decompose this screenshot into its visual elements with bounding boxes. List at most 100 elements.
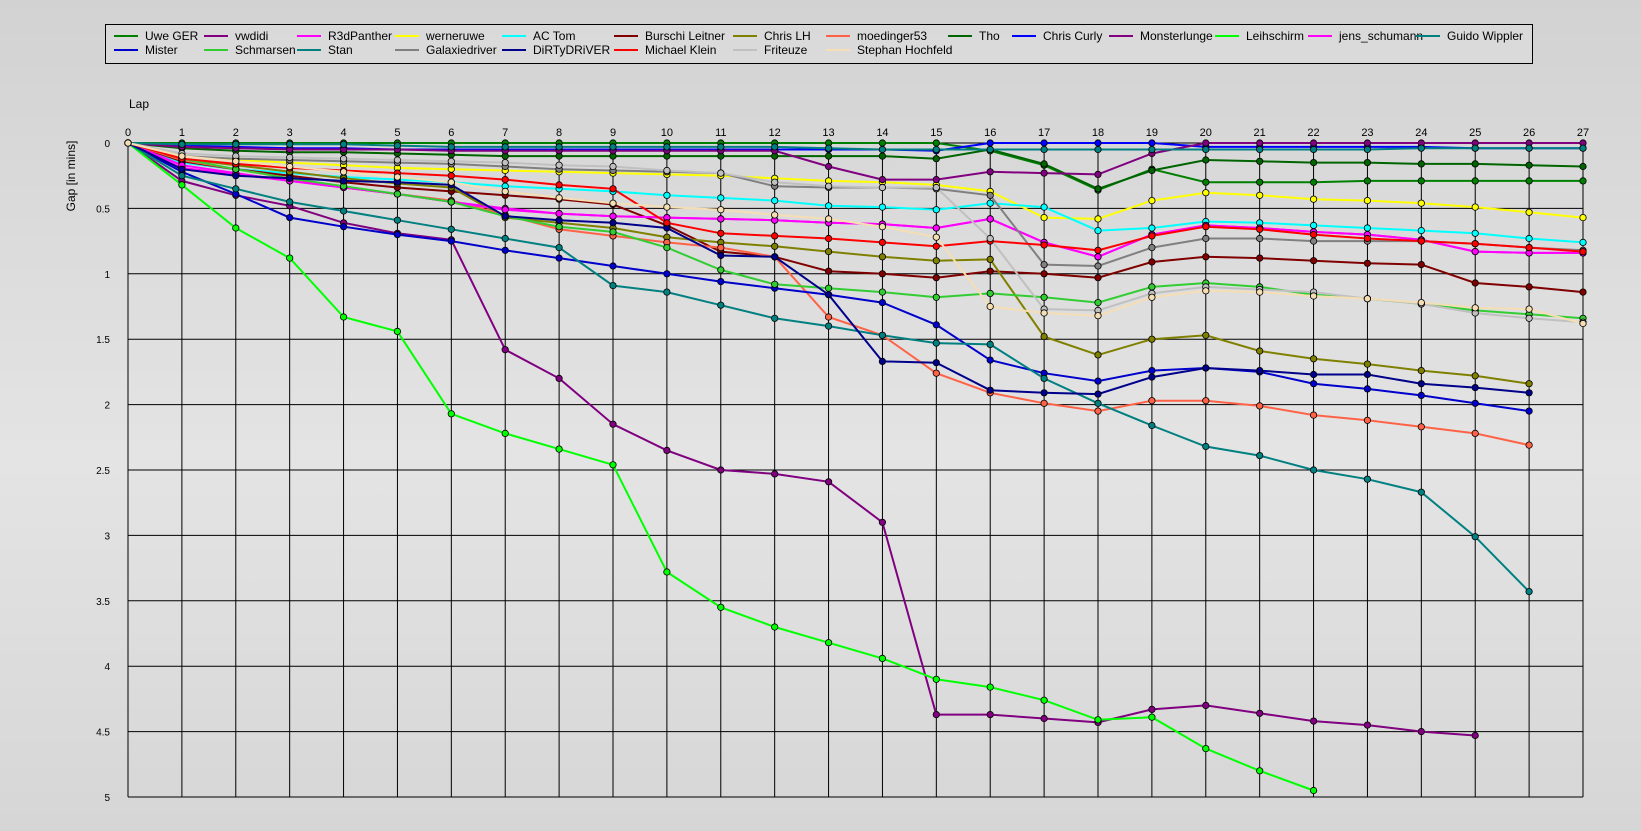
y-tick-label: 3 <box>104 531 110 542</box>
data-point <box>824 162 833 171</box>
data-point <box>1256 709 1264 717</box>
data-point <box>609 212 617 220</box>
data-point <box>1256 234 1264 243</box>
data-point <box>232 140 240 148</box>
y-tick-label: 0.5 <box>96 204 110 215</box>
data-point <box>286 254 294 262</box>
data-point <box>1310 221 1318 229</box>
series-line <box>127 142 1476 737</box>
x-tick-label: 2 <box>233 127 239 139</box>
data-point <box>178 165 186 173</box>
data-point <box>1256 178 1264 186</box>
data-point <box>1363 145 1372 154</box>
data-point <box>1363 295 1372 303</box>
data-point <box>339 223 348 231</box>
data-point <box>771 470 779 478</box>
data-point <box>663 191 671 199</box>
data-point <box>1525 314 1533 322</box>
data-point <box>932 675 940 683</box>
data-point <box>1094 139 1102 147</box>
data-point <box>1310 370 1318 379</box>
data-point <box>932 257 940 265</box>
data-point <box>1525 380 1533 388</box>
data-point <box>986 267 994 275</box>
data-point <box>1040 145 1048 154</box>
data-point <box>1417 177 1425 185</box>
data-point <box>1202 156 1210 164</box>
data-point <box>932 274 940 282</box>
x-tick-label: 5 <box>394 127 400 139</box>
x-tick-label: 15 <box>930 127 942 139</box>
data-point <box>1040 139 1048 147</box>
y-tick-label: 0 <box>104 139 110 150</box>
data-point <box>1417 298 1425 307</box>
data-point <box>1094 312 1102 320</box>
data-point <box>1471 248 1479 256</box>
data-point <box>1148 397 1156 405</box>
data-point <box>1417 227 1425 235</box>
y-axis-label: Gap [in mins] <box>64 141 78 212</box>
data-point <box>501 206 509 214</box>
data-point <box>1094 298 1102 307</box>
x-tick-label: 25 <box>1469 127 1481 139</box>
data-point <box>447 225 455 233</box>
data-point <box>232 185 240 193</box>
data-point <box>339 168 348 176</box>
data-point <box>339 155 348 163</box>
data-point <box>609 420 617 428</box>
data-point <box>286 198 294 206</box>
data-point <box>1202 287 1210 295</box>
data-point <box>1256 451 1264 460</box>
data-point <box>717 251 725 260</box>
data-point <box>1202 442 1210 451</box>
data-point <box>1579 288 1587 296</box>
data-point <box>1363 360 1372 368</box>
data-point <box>178 140 186 148</box>
x-tick-label: 12 <box>769 127 781 139</box>
data-point <box>1579 238 1587 246</box>
data-point <box>771 232 779 240</box>
data-point <box>1148 283 1156 291</box>
data-point <box>878 176 887 184</box>
data-point <box>232 224 240 232</box>
data-point <box>1525 144 1533 152</box>
data-point <box>878 139 887 147</box>
data-point <box>1310 292 1318 300</box>
data-point <box>717 229 725 237</box>
x-tick-label: 23 <box>1361 127 1373 139</box>
data-point <box>1525 208 1533 216</box>
data-point <box>555 194 563 202</box>
data-point <box>1040 374 1048 382</box>
data-point <box>986 199 994 207</box>
data-point <box>447 172 455 180</box>
data-point <box>555 216 563 224</box>
data-point <box>501 159 509 167</box>
data-point <box>986 710 994 719</box>
data-point <box>824 144 833 152</box>
data-point <box>932 206 940 214</box>
data-point <box>771 178 779 186</box>
data-point <box>663 203 671 211</box>
data-point <box>1148 366 1156 375</box>
data-point <box>717 266 725 274</box>
data-point <box>1256 254 1264 262</box>
x-tick-label: 22 <box>1307 127 1319 139</box>
data-point <box>878 270 887 278</box>
data-point <box>824 215 833 223</box>
data-point <box>1094 377 1102 385</box>
data-point <box>1310 380 1318 388</box>
data-point <box>1310 466 1318 474</box>
data-point <box>824 639 833 647</box>
data-point <box>932 359 940 367</box>
x-tick-label: 3 <box>287 127 293 139</box>
data-point <box>609 461 617 469</box>
data-point <box>1094 145 1102 154</box>
data-point <box>663 446 671 454</box>
data-point <box>1040 214 1048 222</box>
data-point <box>1256 402 1264 410</box>
data-point <box>1525 587 1533 596</box>
data-point <box>609 162 617 171</box>
data-point <box>1148 705 1156 714</box>
data-point <box>447 178 455 186</box>
data-point <box>1094 215 1102 223</box>
